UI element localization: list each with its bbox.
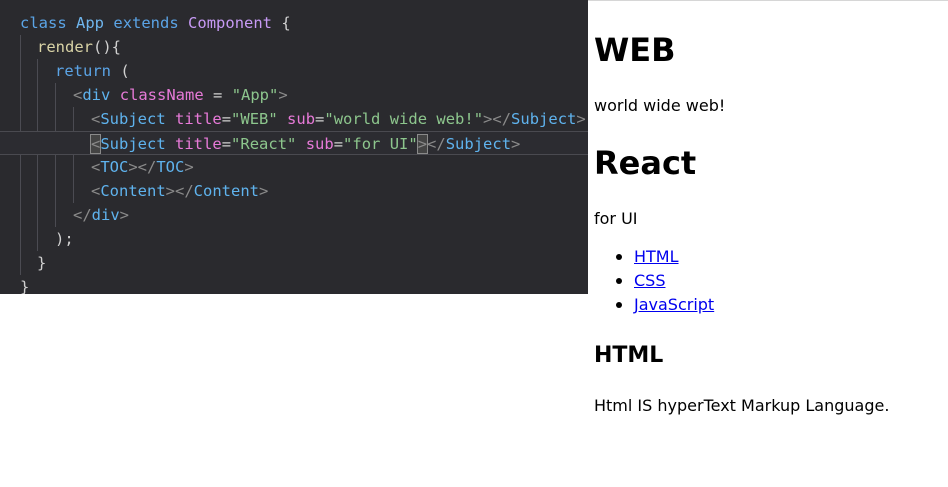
code-token: App bbox=[76, 14, 105, 32]
subject-title-web: WEB bbox=[594, 31, 676, 69]
code-token: > bbox=[576, 110, 586, 128]
code-line[interactable]: <Subject title="React" sub="for UI"></Su… bbox=[0, 131, 588, 155]
code-token: } bbox=[37, 254, 47, 272]
code-token: = bbox=[333, 135, 344, 153]
code-token: = bbox=[221, 110, 232, 128]
code-token: > bbox=[184, 158, 194, 176]
code-token: TOC bbox=[156, 158, 185, 176]
code-token: ></ bbox=[128, 158, 157, 176]
content-title: HTML bbox=[594, 343, 664, 368]
code-token: Subject bbox=[511, 110, 577, 128]
code-token: ); bbox=[55, 230, 74, 248]
code-token: Content bbox=[100, 182, 166, 200]
toc-link-html[interactable]: HTML bbox=[634, 247, 679, 266]
code-token: < bbox=[91, 182, 101, 200]
code-token: "world wide web!" bbox=[324, 110, 484, 128]
code-token: sub bbox=[287, 110, 316, 128]
code-token: class bbox=[20, 14, 67, 32]
code-line[interactable]: <TOC></TOC> bbox=[0, 155, 588, 179]
toc-item: HTML bbox=[594, 245, 714, 269]
code-token: < bbox=[91, 110, 101, 128]
code-token: = bbox=[203, 86, 232, 104]
code-token: Content bbox=[193, 182, 259, 200]
code-token: = bbox=[221, 135, 232, 153]
code-line[interactable]: } bbox=[0, 251, 588, 275]
code-token: ></ bbox=[483, 110, 512, 128]
code-line[interactable]: ); bbox=[0, 227, 588, 251]
toc-item: CSS bbox=[594, 269, 714, 293]
code-token: "WEB" bbox=[231, 110, 278, 128]
code-token: < bbox=[73, 86, 83, 104]
code-token: TOC bbox=[100, 158, 129, 176]
code-token: </ bbox=[427, 135, 446, 153]
code-token: } bbox=[20, 278, 30, 294]
code-token: Subject bbox=[445, 135, 512, 153]
code-line[interactable]: } bbox=[0, 275, 588, 294]
code-token: render bbox=[37, 38, 93, 56]
code-token: < bbox=[89, 134, 102, 154]
code-token: title bbox=[175, 110, 222, 128]
code-line[interactable]: class App extends Component { bbox=[0, 11, 588, 35]
code-token: > bbox=[119, 206, 130, 224]
code-token: extends bbox=[113, 14, 179, 32]
code-line[interactable]: render(){ bbox=[0, 35, 588, 59]
content-description: Html IS hyperText Markup Language. bbox=[594, 396, 890, 415]
code-token: ></ bbox=[165, 182, 194, 200]
code-line[interactable]: </div> bbox=[0, 203, 588, 227]
code-token: "App" bbox=[231, 86, 279, 104]
code-token: sub bbox=[305, 135, 334, 153]
code-editor[interactable]: class App extends Component {render(){re… bbox=[0, 0, 588, 294]
code-token: Subject bbox=[100, 110, 166, 128]
toc-list: HTML CSS JavaScript bbox=[594, 245, 714, 317]
code-token: title bbox=[175, 135, 222, 153]
code-token: ( bbox=[111, 62, 130, 80]
code-token: (){ bbox=[93, 38, 121, 56]
toc-item: JavaScript bbox=[594, 293, 714, 317]
code-token: > bbox=[278, 86, 288, 104]
code-token: "for UI" bbox=[343, 135, 418, 153]
rendered-preview: WEB world wide web! React for UI HTML CS… bbox=[588, 0, 948, 487]
code-line[interactable]: return ( bbox=[0, 59, 588, 83]
toc-link-javascript[interactable]: JavaScript bbox=[634, 295, 714, 314]
code-token: Component bbox=[188, 14, 273, 32]
code-token: div bbox=[82, 86, 111, 104]
subject-sub-web: world wide web! bbox=[594, 96, 726, 115]
code-token: return bbox=[55, 62, 111, 80]
code-token: > bbox=[511, 135, 521, 153]
code-token: < bbox=[91, 158, 101, 176]
code-token: </ bbox=[73, 206, 92, 224]
code-token: Subject bbox=[100, 135, 166, 153]
code-token: > bbox=[416, 134, 429, 154]
code-line[interactable]: <div className = "App"> bbox=[0, 83, 588, 107]
code-line[interactable]: <Subject title="WEB" sub="world wide web… bbox=[0, 107, 588, 131]
code-token: > bbox=[259, 182, 269, 200]
code-token: div bbox=[91, 206, 120, 224]
code-token: "React" bbox=[231, 135, 297, 153]
code-token: { bbox=[272, 14, 291, 32]
toc-link-css[interactable]: CSS bbox=[634, 271, 665, 290]
code-line[interactable]: <Content></Content> bbox=[0, 179, 588, 203]
subject-title-react: React bbox=[594, 144, 697, 182]
code-token: className bbox=[119, 86, 204, 104]
subject-sub-react: for UI bbox=[594, 209, 638, 228]
code-token: = bbox=[315, 110, 325, 128]
